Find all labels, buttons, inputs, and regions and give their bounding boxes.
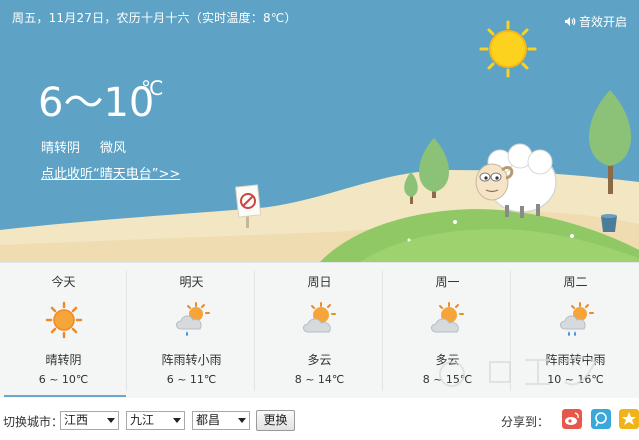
- day-desc: 阵雨转小雨: [161, 353, 222, 367]
- partly-cloudy-icon: [303, 302, 336, 333]
- forecast-day-today[interactable]: 今天 晴转阴 6 ~ 10℃: [0, 263, 127, 399]
- day-temp: 8 ~ 14℃: [294, 373, 345, 386]
- province-select[interactable]: 江西: [60, 411, 119, 430]
- forecast-day-tuesday[interactable]: 周二 阵雨转中雨 10 ~ 16℃: [512, 263, 639, 399]
- change-city-button[interactable]: 更换: [256, 410, 295, 431]
- city-select-value: 九江: [130, 413, 155, 427]
- day-desc: 晴转阴: [45, 353, 82, 367]
- sound-toggle[interactable]: 音效开启: [564, 13, 627, 30]
- day-desc: 多云: [307, 353, 332, 367]
- bottom-bar: 切换城市： 江西 九江 都昌 更换 分享到：: [0, 398, 639, 440]
- sound-toggle-label: 音效开启: [578, 15, 627, 29]
- district-select-value: 都昌: [196, 413, 221, 427]
- province-select-value: 江西: [64, 413, 89, 427]
- forecast-strip: 今天 晴转阴 6 ~ 10℃ 明天 阵雨转小雨 6 ~ 11℃ 周日 多云 8 …: [0, 262, 639, 398]
- day-temp: 6 ~ 11℃: [166, 373, 217, 386]
- date-line: 周五，11月27日，农历十月十六（实时温度：8℃）: [12, 11, 297, 25]
- sun-cloud-rain-icon: [560, 302, 594, 336]
- tencent-share-icon[interactable]: [591, 409, 611, 429]
- weather-hero: 周五，11月27日，农历十月十六（实时温度：8℃） 音效开启 6～10 ℃ 晴转…: [0, 0, 639, 262]
- forecast-day-monday[interactable]: 周一 多云 8 ~ 15℃: [384, 263, 511, 399]
- radio-link[interactable]: 点此收听“晴天电台”>>: [41, 163, 180, 182]
- sun-illustration: [479, 20, 537, 78]
- forecast-day-tomorrow[interactable]: 明天 阵雨转小雨 6 ~ 11℃: [128, 263, 255, 399]
- day-desc: 多云: [435, 353, 460, 367]
- chevron-down-icon: [173, 418, 181, 423]
- day-desc: 阵雨转中雨: [545, 353, 606, 367]
- qzone-share-icon[interactable]: [619, 409, 639, 429]
- day-name: 周二: [563, 275, 588, 289]
- share-label: 分享到：: [501, 415, 550, 429]
- district-select[interactable]: 都昌: [192, 411, 250, 430]
- partly-cloudy-icon: [431, 302, 464, 333]
- day-name: 周日: [307, 275, 332, 289]
- sun-cloud-rain-icon: [176, 302, 210, 336]
- current-condition: 晴转阴: [41, 141, 81, 156]
- city-select[interactable]: 九江: [126, 411, 185, 430]
- chevron-down-icon: [107, 418, 115, 423]
- weibo-share-icon[interactable]: [562, 409, 582, 429]
- weather-scene-illustration: [0, 20, 639, 262]
- switch-city-label: 切换城市：: [3, 415, 64, 429]
- day-temp: 10 ~ 16℃: [547, 373, 604, 386]
- day-temp: 6 ~ 10℃: [38, 373, 89, 386]
- day-name: 明天: [179, 275, 204, 289]
- forecast-day-sunday[interactable]: 周日 多云 8 ~ 14℃: [256, 263, 383, 399]
- current-temp-unit: ℃: [141, 76, 164, 100]
- day-name: 周一: [435, 275, 460, 289]
- speaker-icon: [564, 17, 576, 26]
- day-temp: 8 ~ 15℃: [422, 373, 473, 386]
- current-temp-range: 6～10: [38, 80, 155, 126]
- sun-icon: [45, 301, 83, 339]
- current-wind: 微风: [100, 141, 127, 156]
- bucket: [601, 214, 617, 232]
- weather-widget: 周五，11月27日，农历十月十六（实时温度：8℃） 音效开启 6～10 ℃ 晴转…: [0, 0, 639, 440]
- active-day-indicator: [4, 395, 126, 397]
- chevron-down-icon: [238, 418, 246, 423]
- day-name: 今天: [51, 275, 76, 289]
